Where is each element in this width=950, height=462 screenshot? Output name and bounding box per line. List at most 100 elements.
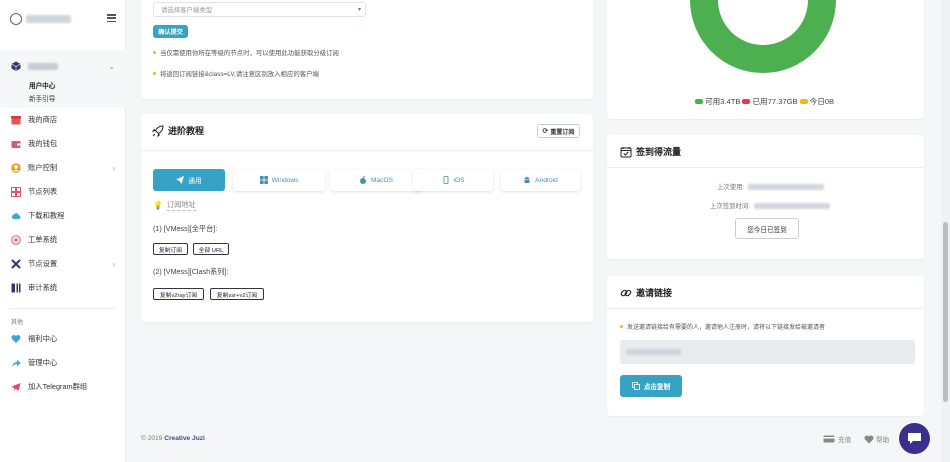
tutorial-divider <box>141 150 593 151</box>
sidebar-item-welfare[interactable]: 福利中心 <box>0 327 126 351</box>
audit-icon <box>11 283 21 293</box>
sidebar-item-label: 我的商店 <box>28 115 58 124</box>
wallet-icon <box>11 141 21 148</box>
sidebar-item-admin[interactable]: 管理中心 <box>0 351 126 375</box>
tab-windows[interactable]: Windows <box>233 169 325 191</box>
sidebar-item-store[interactable]: 我的商店 <box>0 108 126 132</box>
telegram-icon <box>11 383 21 391</box>
subscribe-note-2: 将返回订阅链接&class=LV,请注意区别放入相应的客户端 <box>153 69 319 78</box>
bullet-icon <box>620 325 623 328</box>
chevron-down-icon: ▾ <box>357 7 361 13</box>
sidebar-item-label: 下载和教程 <box>28 211 65 220</box>
footer-help-link[interactable]: 帮助 <box>864 434 889 444</box>
scrollbar-thumb[interactable] <box>943 222 948 402</box>
sidebar-nav: ⌄ 用户中心 新手引导 我的商店 我的钱包 账户控制 › 节点列表 下载和教程 <box>0 50 126 399</box>
sidebar-item-telegram[interactable]: 加入Telegram群组 <box>0 375 126 399</box>
brand-logo-icon <box>10 13 22 25</box>
account-icon <box>11 163 21 173</box>
tutorial-title: 进阶教程 <box>152 124 204 137</box>
chevron-down-icon: ⌄ <box>108 62 115 71</box>
sidebar-item-tickets[interactable]: 工单系统 <box>0 228 126 252</box>
traffic-donut-chart <box>690 0 836 73</box>
subscription-address-text: 订阅地址 <box>166 200 196 211</box>
copy-ssr-v2-button[interactable]: 复制ssr+v2订阅 <box>210 288 264 300</box>
sidebar-subitem-user-center[interactable]: 用户中心 <box>0 78 126 91</box>
sidebar-divider <box>10 308 116 309</box>
sidebar-item-node-settings[interactable]: 节点设置 › <box>0 252 126 276</box>
footer-brand-link[interactable]: Creative Juzi <box>164 435 205 442</box>
legend-swatch-today <box>799 99 808 104</box>
sidebar-item-wallet[interactable]: 我的钱包 <box>0 132 126 156</box>
footer-recharge-link[interactable]: 充值 <box>823 434 851 444</box>
page-scrollbar[interactable] <box>941 0 950 462</box>
legend-label-today: 今日0B <box>809 97 835 106</box>
sidebar-item-nodes[interactable]: 节点列表 <box>0 180 126 204</box>
chevron-right-icon: › <box>112 164 115 173</box>
share-icon <box>12 359 21 367</box>
invite-note-text: 发送邀请链接给有需要的人，邀请他人注册时，请将以下链接发给被邀请者 <box>627 325 826 331</box>
sidebar-item-label: 我的钱包 <box>28 139 58 148</box>
link-icon <box>620 289 632 296</box>
sidebar-item-downloads[interactable]: 下载和教程 <box>0 204 126 228</box>
copy-invite-link-label: 点击复制 <box>643 384 671 391</box>
all-url-button[interactable]: 全部 URL <box>193 243 229 255</box>
sidebar-item-audit[interactable]: 审计系统 <box>0 276 126 300</box>
sidebar-heading-other: 其他 <box>11 319 24 326</box>
footer-recharge-label: 充值 <box>838 437 852 444</box>
invite-title: 邀请链接 <box>620 286 672 299</box>
footer-copyright: © 2019 Creative Juzi <box>141 435 205 442</box>
checkin-button[interactable]: 您今日已签到 <box>735 218 799 239</box>
copy-subscription-button[interactable]: 复制订阅 <box>153 243 188 255</box>
sidebar-item-label: 工单系统 <box>28 235 58 244</box>
sidebar-item-account[interactable]: 账户控制 › <box>0 156 126 180</box>
tab-label: Android <box>535 176 558 184</box>
sidebar-item-label: 节点设置 <box>28 259 58 268</box>
last-checkin-row: 上次签到时间: <box>710 201 831 210</box>
tab-android[interactable]: Android <box>501 169 580 191</box>
legend-swatch-used <box>742 99 751 104</box>
phone-icon <box>443 176 448 184</box>
confirm-submit-button[interactable]: 确认提交 <box>153 25 188 38</box>
windows-icon <box>259 176 268 184</box>
subscribe-note-1: 当仅需使用你所在等级的节点时，可以使用此功能获取分级订阅 <box>153 48 339 57</box>
rocket-icon <box>152 124 164 137</box>
traffic-legend: 可用3.4TB 已用77.37GB 今日0B <box>693 96 834 107</box>
cube-icon <box>11 61 21 71</box>
copy-v2ray-button[interactable]: 复制v2ray订阅 <box>153 288 204 300</box>
sidebar: ⌄ 用户中心 新手引导 我的商店 我的钱包 账户控制 › 节点列表 下载和教程 <box>0 0 126 462</box>
sidebar-group-user: ⌄ 用户中心 新手引导 <box>0 50 126 108</box>
lightbulb-icon: 💡 <box>153 201 163 210</box>
sidebar-item-user[interactable]: ⌄ <box>0 54 126 78</box>
heart-icon <box>864 435 874 443</box>
sidebar-item-label: 审计系统 <box>28 283 58 292</box>
invite-link-field[interactable] <box>620 340 915 364</box>
subscription-address-label: 💡 订阅地址 <box>153 200 196 211</box>
tab-macos[interactable]: MacOS <box>330 169 422 191</box>
copy-invite-link-button[interactable]: 点击复制 <box>620 375 682 397</box>
bullet-icon <box>153 72 156 75</box>
subscribe-note-text: 将返回订阅链接&class=LV,请注意区别放入相应的客户端 <box>160 71 319 78</box>
sidebar-item-label: 福利中心 <box>28 334 58 343</box>
tab-label: MacOS <box>371 176 393 184</box>
menu-toggle-icon[interactable] <box>107 14 116 22</box>
chat-bubble-icon <box>908 433 921 444</box>
sidebar-item-label: 账户控制 <box>28 163 58 172</box>
footer-help-label: 帮助 <box>876 437 890 444</box>
sidebar-subitem-guide[interactable]: 新手引导 <box>0 91 126 104</box>
tab-label: Windows <box>271 176 299 184</box>
client-type-select[interactable]: 请选择客户端类型 ▾ <box>153 2 366 17</box>
last-used-row: 上次使用: <box>717 182 825 191</box>
invite-link-value-redacted <box>626 349 681 355</box>
bullet-icon <box>153 51 156 54</box>
apple-icon <box>360 176 366 184</box>
copy-icon <box>631 382 640 390</box>
tab-general[interactable]: 通用 <box>153 169 225 191</box>
chat-button[interactable] <box>899 423 930 454</box>
tools-icon <box>11 259 21 269</box>
reset-subscription-button[interactable]: ⟳ 重置订阅 <box>537 124 580 138</box>
brand[interactable] <box>10 12 116 26</box>
checkin-title-text: 签到得流量 <box>636 147 682 157</box>
tab-ios[interactable]: iOS <box>413 169 493 191</box>
vmess-all-label: (1) [VMess][全平台]: <box>153 224 218 233</box>
reset-subscription-label: 重置订阅 <box>550 129 575 136</box>
